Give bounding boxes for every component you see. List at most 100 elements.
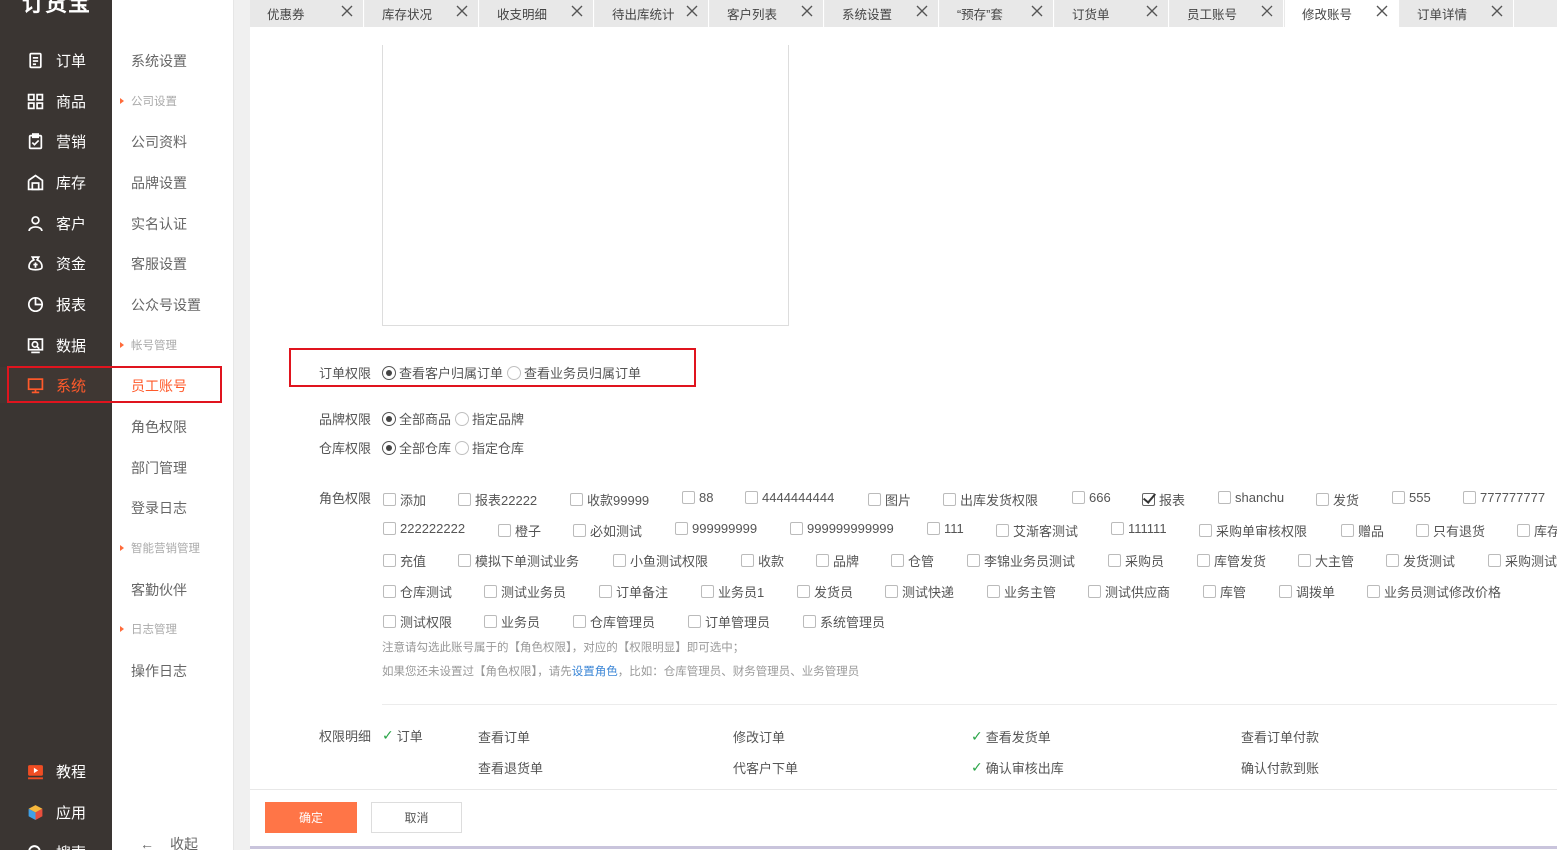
checkbox[interactable] (1111, 522, 1124, 535)
checkbox[interactable] (675, 522, 688, 535)
subnav-item-departments[interactable]: 部门管理 (131, 458, 187, 478)
role-checkbox[interactable]: 测试业务员 (484, 582, 566, 601)
role-checkbox[interactable]: 收款 (741, 551, 784, 570)
checkbox[interactable] (987, 585, 1000, 598)
checkbox[interactable] (745, 491, 758, 504)
checkbox[interactable] (484, 585, 497, 598)
role-checkbox[interactable]: 111111 (1111, 521, 1167, 536)
close-icon[interactable] (1030, 4, 1044, 18)
tab-income-expense[interactable]: 收支明细 (480, 0, 594, 27)
role-checkbox[interactable]: 必如测试 (573, 521, 642, 540)
role-checkbox[interactable]: 艾渐客测试 (996, 521, 1078, 540)
role-checkbox[interactable]: 88 (682, 490, 713, 505)
checkbox[interactable] (383, 615, 396, 628)
checkbox[interactable] (1108, 554, 1121, 567)
subnav-item-service-settings[interactable]: 客服设置 (131, 254, 187, 274)
tab-coupons[interactable]: 优惠券 (250, 0, 364, 27)
checkbox[interactable] (1203, 585, 1216, 598)
role-checkbox[interactable]: 111 (927, 521, 964, 536)
sidebar-item-customers[interactable]: 客户 (0, 205, 112, 241)
checkbox[interactable] (927, 522, 940, 535)
checkbox[interactable] (1279, 585, 1292, 598)
tab-staff-accounts[interactable]: 员工账号 (1170, 0, 1284, 27)
role-checkbox[interactable]: 业务主管 (987, 582, 1056, 601)
subnav-item-operation-log[interactable]: 操作日志 (131, 661, 187, 681)
checkbox[interactable] (599, 585, 612, 598)
radio-specific-warehouse[interactable] (455, 440, 470, 455)
tab-order-details[interactable]: 订单详情 (1400, 0, 1514, 27)
role-checkbox[interactable]: 模拟下单测试业务 (458, 551, 579, 570)
checkbox[interactable] (688, 615, 701, 628)
checkbox[interactable] (816, 554, 829, 567)
subnav-item-partners[interactable]: 客勤伙伴 (131, 580, 187, 600)
close-icon[interactable] (1145, 4, 1159, 18)
tab-pending-outbound[interactable]: 待出库统计 (595, 0, 709, 27)
tab-customer-list[interactable]: 客户列表 (710, 0, 824, 27)
role-checkbox[interactable]: 采购测试 (1488, 551, 1557, 570)
role-checkbox[interactable]: 大主管 (1298, 551, 1354, 570)
subnav-item-company-info[interactable]: 公司资料 (131, 132, 187, 152)
role-checkbox[interactable]: 出库发货权限 (943, 490, 1038, 509)
subnav-group-marketing[interactable]: 智能营销管理 (120, 540, 200, 556)
role-checkbox[interactable]: 采购单审核权限 (1199, 521, 1307, 540)
collapse-button[interactable]: ← 收起 (140, 834, 198, 850)
checkbox[interactable] (1088, 585, 1101, 598)
role-checkbox[interactable]: 发货 (1316, 490, 1359, 509)
subnav-group-company[interactable]: 公司设置 (120, 93, 177, 109)
role-checkbox[interactable]: 李锦业务员测试 (967, 551, 1075, 570)
close-icon[interactable] (570, 4, 584, 18)
role-checkbox[interactable]: 测试快递 (885, 582, 954, 601)
checkbox[interactable] (1488, 554, 1501, 567)
checkbox[interactable] (701, 585, 714, 598)
checkbox[interactable] (1386, 554, 1399, 567)
checkbox-checked[interactable] (1142, 493, 1155, 506)
checkbox[interactable] (1316, 493, 1329, 506)
role-checkbox[interactable]: 库管 (1203, 582, 1246, 601)
role-checkbox[interactable]: 订单管理员 (688, 612, 770, 631)
checkbox[interactable] (383, 493, 396, 506)
checkbox[interactable] (1367, 585, 1380, 598)
sidebar-item-products[interactable]: 商品 (0, 83, 112, 119)
role-checkbox[interactable]: 仓库测试 (383, 582, 452, 601)
role-checkbox[interactable]: 测试供应商 (1088, 582, 1170, 601)
checkbox[interactable] (1298, 554, 1311, 567)
sidebar-item-reports[interactable]: 报表 (0, 286, 112, 322)
role-checkbox[interactable]: 业务员1 (701, 582, 764, 601)
role-checkbox[interactable]: 666 (1072, 490, 1111, 505)
radio-all-products[interactable] (382, 411, 396, 426)
checkbox[interactable] (967, 554, 980, 567)
checkbox[interactable] (891, 554, 904, 567)
role-checkbox[interactable]: shanchu (1218, 490, 1284, 505)
sidebar-item-tutorial[interactable]: 教程 (0, 753, 112, 789)
tab-stock-status[interactable]: 库存状况 (365, 0, 479, 27)
role-checkbox[interactable]: 发货测试 (1386, 551, 1455, 570)
confirm-button[interactable]: 确定 (265, 802, 357, 833)
role-checkbox[interactable]: 采购员 (1108, 551, 1164, 570)
role-checkbox[interactable]: 业务员测试修改价格 (1367, 582, 1501, 601)
role-checkbox[interactable]: 222222222 (383, 521, 465, 536)
checkbox[interactable] (682, 491, 695, 504)
checkbox[interactable] (613, 554, 626, 567)
checkbox[interactable] (741, 554, 754, 567)
close-icon[interactable] (685, 4, 699, 18)
checkbox[interactable] (1517, 524, 1530, 537)
checkbox[interactable] (484, 615, 497, 628)
close-icon[interactable] (340, 4, 354, 18)
role-checkbox[interactable]: 添加 (383, 490, 426, 509)
radio-customer-orders[interactable] (382, 365, 396, 380)
subnav-item-brand-settings[interactable]: 品牌设置 (131, 173, 187, 193)
sidebar-item-apps[interactable]: 应用 (0, 794, 112, 830)
role-checkbox[interactable]: 555 (1392, 490, 1431, 505)
role-checkbox[interactable]: 只有退货 (1416, 521, 1485, 540)
sidebar-item-orders[interactable]: 订单 (0, 42, 112, 78)
checkbox[interactable] (458, 493, 471, 506)
radio-specific-brand[interactable] (455, 411, 470, 426)
role-checkbox[interactable]: 调拨单 (1279, 582, 1335, 601)
set-role-link[interactable]: 设置角色 (572, 666, 618, 678)
role-checkbox[interactable]: 赠品 (1341, 521, 1384, 540)
role-checkbox[interactable]: 充值 (383, 551, 426, 570)
checkbox[interactable] (790, 522, 803, 535)
subnav-group-logs[interactable]: 日志管理 (120, 621, 177, 637)
role-checkbox[interactable]: 图片 (868, 490, 911, 509)
subnav-item-roles[interactable]: 角色权限 (131, 417, 187, 437)
